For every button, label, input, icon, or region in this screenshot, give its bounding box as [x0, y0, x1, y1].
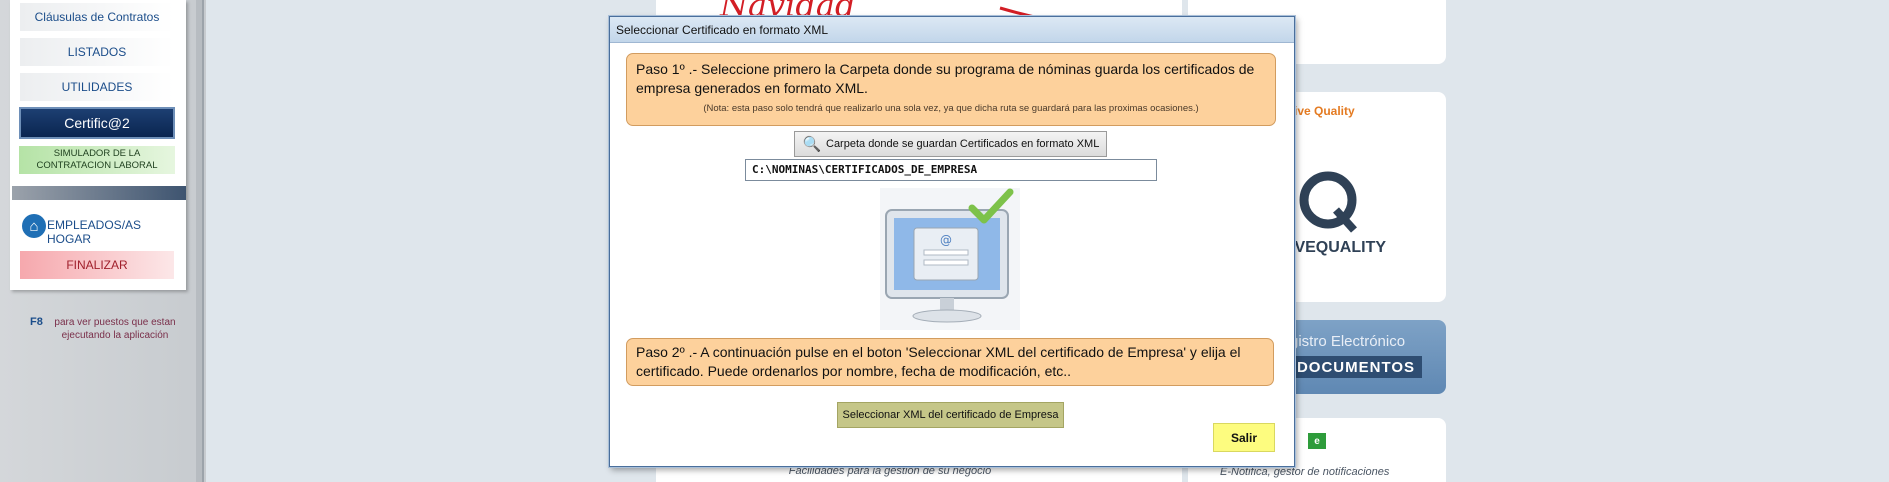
registro-electronico-text: gistro Electrónico: [1290, 333, 1406, 350]
menu-certifica2[interactable]: Certific@2: [19, 107, 175, 139]
finalizar-button[interactable]: FINALIZAR: [20, 251, 174, 279]
f8-key-label: F8: [30, 316, 43, 328]
enotifica-icon: e: [1308, 433, 1326, 449]
certificate-monitor-illustration: @: [880, 188, 1020, 330]
menu-clausulas-contratos[interactable]: Cláusulas de Contratos: [20, 3, 174, 31]
folder-path-input[interactable]: C:\NOMINAS\CERTIFICADOS_DE_EMPRESA: [745, 159, 1157, 181]
step1-instructions: Paso 1º .- Seleccione primero la Carpeta…: [636, 61, 1255, 96]
menu-utilidades[interactable]: UTILIDADES: [20, 73, 174, 101]
choose-folder-label: Carpeta donde se guardan Certificados en…: [826, 138, 1100, 150]
sidebar-separator: [12, 186, 186, 200]
f8-hint-text: para ver puestos que estan ejecutando la…: [54, 317, 176, 341]
quality-logo-text: IVEQUALITY: [1290, 239, 1387, 256]
facilidades-caption: Facilidades para la gestión de su negoci…: [788, 465, 992, 477]
step1-note: (Nota: esta paso solo tendrá que realiza…: [703, 103, 1199, 114]
dialog-title: Seleccionar Certificado en formato XML: [616, 23, 829, 37]
home-icon[interactable]: ⌂: [22, 214, 46, 238]
step2-instructions: Paso 2º .- A continuación pulse en el bo…: [636, 344, 1241, 379]
enotifica-caption: E-Notifica, gestor de notificaciones: [1220, 466, 1390, 478]
select-xml-certificate-button[interactable]: Seleccionar XML del certificado de Empre…: [837, 402, 1064, 428]
sidebar-edge-line: [202, 0, 204, 482]
exit-button[interactable]: Salir: [1213, 423, 1275, 452]
menu-empleados-hogar[interactable]: EMPLEADOS/AS HOGAR: [47, 218, 187, 246]
menu-listados[interactable]: LISTADOS: [20, 38, 174, 66]
svg-text:@: @: [940, 233, 952, 247]
menu-simulador-contratacion[interactable]: SIMULADOR DE LA CONTRATACION LABORAL: [19, 146, 175, 174]
quality-heading: tive Quality: [1290, 104, 1355, 118]
search-folder-icon: 🔍: [802, 136, 822, 153]
documentos-label: DOCUMENTOS: [1290, 356, 1422, 378]
